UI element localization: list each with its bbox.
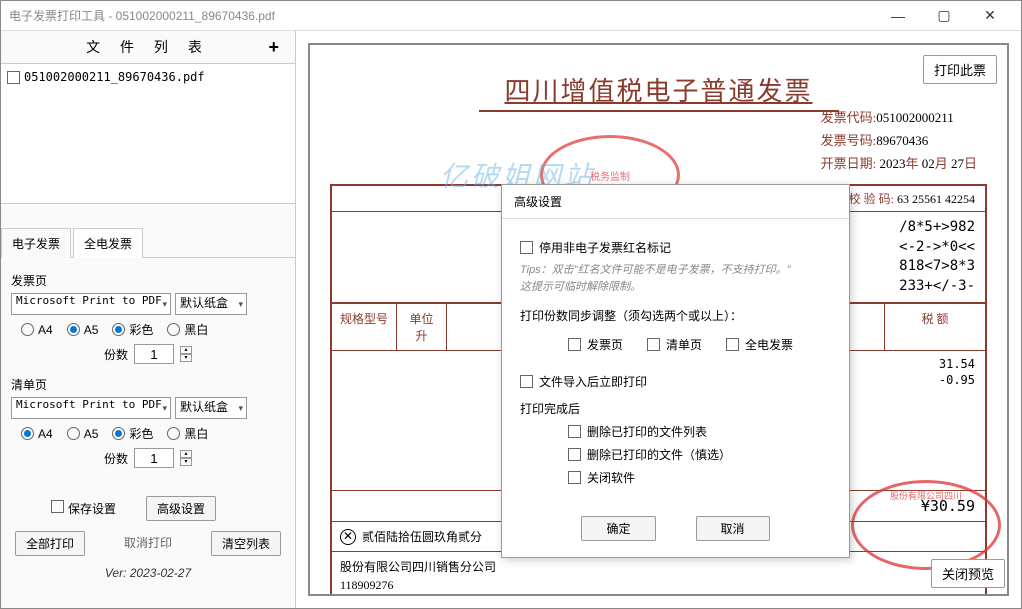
- cancel-print-button[interactable]: 取消打印: [118, 531, 178, 556]
- list-a5-radio[interactable]: [67, 427, 80, 440]
- sync-label: 打印份数同步调整（须勾选两个或以上）：: [520, 307, 831, 324]
- list-copies-spinner[interactable]: ▴▾: [180, 450, 192, 466]
- list-page-label: 清单页: [11, 376, 285, 393]
- add-file-button[interactable]: +: [268, 37, 287, 58]
- file-list-title: 文 件 列 表: [86, 37, 210, 57]
- sync-invoice-checkbox[interactable]: [568, 338, 581, 351]
- tabs: 电子发票 全电发票: [1, 228, 295, 258]
- list-printer-select[interactable]: Microsoft Print to PDF: [11, 397, 171, 419]
- save-settings-checkbox[interactable]: [51, 500, 64, 513]
- file-name: 051002000211_89670436.pdf: [24, 70, 205, 84]
- disable-red-checkbox[interactable]: [520, 241, 533, 254]
- advanced-settings-dialog: 高级设置 停用非电子发票红名标记 Tips：双击"红名文件可能不是电子发票，不支…: [501, 184, 850, 558]
- close-preview-button[interactable]: 关闭预览: [931, 559, 1005, 588]
- invoice-tray-select[interactable]: 默认纸盒: [175, 293, 247, 315]
- close-button[interactable]: ✕: [967, 1, 1013, 31]
- list-copies-input[interactable]: [134, 448, 174, 468]
- invoice-copies-spinner[interactable]: ▴▾: [180, 346, 192, 362]
- save-settings-label: 保存设置: [68, 500, 116, 517]
- list-copies-label: 份数: [104, 450, 128, 467]
- after-del-list-checkbox[interactable]: [568, 425, 581, 438]
- invoice-a4-radio[interactable]: [21, 323, 34, 336]
- file-checkbox[interactable]: [7, 71, 20, 84]
- tab-full[interactable]: 全电发票: [73, 228, 143, 258]
- invoice-a5-radio[interactable]: [67, 323, 80, 336]
- invoice-page-label: 发票页: [11, 272, 285, 289]
- after-print-label: 打印完成后: [520, 400, 831, 417]
- after-del-files-checkbox[interactable]: [568, 448, 581, 461]
- disable-red-label: 停用非电子发票红名标记: [539, 239, 671, 256]
- list-tray-select[interactable]: 默认纸盒: [175, 397, 247, 419]
- invoice-printer-select[interactable]: Microsoft Print to PDF: [11, 293, 171, 315]
- minimize-button[interactable]: —: [875, 1, 921, 31]
- file-list[interactable]: 051002000211_89670436.pdf: [1, 64, 295, 204]
- company-stamp-icon: 股份有限公司四川: [851, 480, 1001, 570]
- list-bw-radio[interactable]: [167, 427, 180, 440]
- sync-list-checkbox[interactable]: [647, 338, 660, 351]
- version-label: Ver: 2023-02-27: [11, 566, 285, 580]
- titlebar: 电子发票打印工具 - 051002000211_89670436.pdf — ▢…: [1, 1, 1021, 31]
- tips-text: Tips：双击"红名文件可能不是电子发票，不支持打印。"这提示可临时解除限制。: [520, 262, 831, 295]
- invoice-color-radio[interactable]: [112, 323, 125, 336]
- clear-list-button[interactable]: 清空列表: [211, 531, 281, 556]
- sync-full-checkbox[interactable]: [726, 338, 739, 351]
- list-color-radio[interactable]: [112, 427, 125, 440]
- dialog-cancel-button[interactable]: 取消: [696, 516, 770, 541]
- auto-print-checkbox[interactable]: [520, 375, 533, 388]
- invoice-copies-label: 份数: [104, 346, 128, 363]
- invoice-title: 四川增值税电子普通发票: [330, 71, 987, 108]
- file-list-header: 文 件 列 表 +: [1, 31, 295, 64]
- dialog-ok-button[interactable]: 确定: [581, 516, 655, 541]
- advanced-settings-button[interactable]: 高级设置: [146, 496, 216, 521]
- invoice-meta: 发票代码:051002000211 发票号码:89670436 开票日期: 20…: [821, 107, 977, 176]
- dialog-title: 高级设置: [502, 185, 849, 219]
- print-all-button[interactable]: 全部打印: [15, 531, 85, 556]
- file-item[interactable]: 051002000211_89670436.pdf: [5, 68, 291, 86]
- window-title: 电子发票打印工具 - 051002000211_89670436.pdf: [9, 7, 875, 24]
- sidebar: 文 件 列 表 + 051002000211_89670436.pdf 电子发票…: [1, 31, 296, 608]
- tab-einvoice[interactable]: 电子发票: [1, 228, 71, 258]
- invoice-copies-input[interactable]: [134, 344, 174, 364]
- auto-print-label: 文件导入后立即打印: [539, 373, 647, 390]
- invoice-bw-radio[interactable]: [167, 323, 180, 336]
- after-close-checkbox[interactable]: [568, 471, 581, 484]
- maximize-button[interactable]: ▢: [921, 1, 967, 31]
- list-a4-radio[interactable]: [21, 427, 34, 440]
